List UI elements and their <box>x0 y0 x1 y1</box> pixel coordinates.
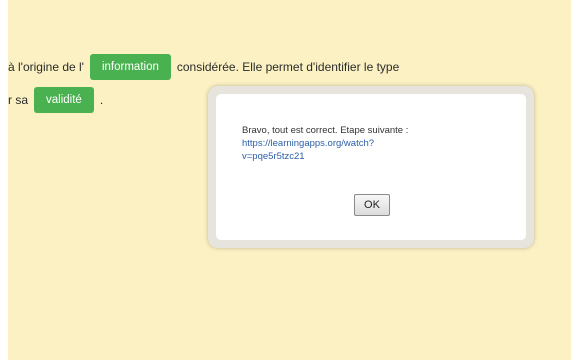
next-step-link-line-2: v=pqe5r5tzc21 <box>242 151 305 162</box>
sentence-text-after-validite: . <box>99 93 104 107</box>
exercise-page: à l'origine de l' information considérée… <box>0 0 571 360</box>
ok-button[interactable]: OK <box>354 194 390 216</box>
success-dialog-body: Bravo, tout est correct. Etape suivante … <box>216 94 526 240</box>
success-message: Bravo, tout est correct. Etape suivante … <box>242 124 492 163</box>
success-message-text: Bravo, tout est correct. Etape suivante … <box>242 125 409 136</box>
sentence-text-after-information: considérée. Elle permet d'identifier le … <box>176 60 400 74</box>
next-step-link[interactable]: https://learningapps.org/watch? v=pqe5r5… <box>242 137 492 163</box>
answer-tag-validite[interactable]: validité <box>34 87 94 113</box>
sentence-line-2: r sa validité . <box>8 86 109 114</box>
sentence-line-1: à l'origine de l' information considérée… <box>8 53 405 81</box>
success-dialog: Bravo, tout est correct. Etape suivante … <box>208 86 534 248</box>
sentence-text-before-validite: r sa <box>8 93 29 107</box>
answer-tag-information[interactable]: information <box>89 54 171 80</box>
sentence-text-before-information: à l'origine de l' <box>8 60 84 74</box>
next-step-link-line-1: https://learningapps.org/watch? <box>242 138 375 149</box>
